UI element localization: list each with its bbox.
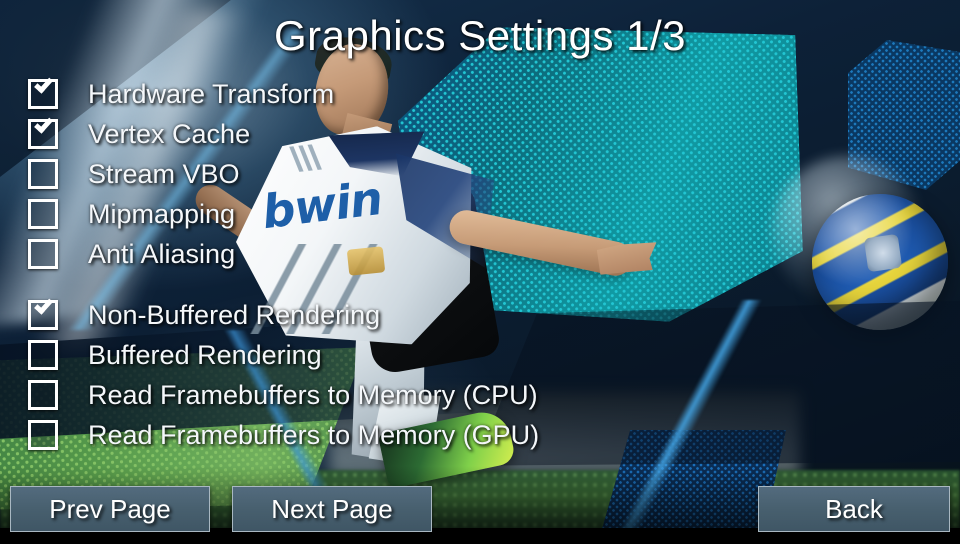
option-row[interactable]: Buffered Rendering xyxy=(28,335,539,375)
option-group-rendering-features: Hardware Transform Vertex Cache Stream VBO… xyxy=(28,74,334,274)
option-label: Anti Aliasing xyxy=(88,239,236,269)
option-row[interactable]: Hardware Transform xyxy=(28,74,334,114)
back-button[interactable]: Back xyxy=(758,486,950,532)
next-page-button[interactable]: Next Page xyxy=(232,486,432,532)
checkbox-checked-icon[interactable] xyxy=(28,295,58,330)
option-label: Stream VBO xyxy=(88,159,240,189)
option-label: Mipmapping xyxy=(88,199,236,229)
checkbox-checked-icon[interactable] xyxy=(28,114,58,149)
option-row[interactable]: Stream VBO xyxy=(28,154,334,194)
option-row[interactable]: Non-Buffered Rendering xyxy=(28,295,539,335)
checkbox-unchecked-icon[interactable] xyxy=(28,380,58,410)
checkmark-icon xyxy=(34,74,53,94)
option-row[interactable]: Anti Aliasing xyxy=(28,234,334,274)
checkbox-unchecked-icon[interactable] xyxy=(28,340,58,370)
checkmark-icon xyxy=(34,295,53,315)
option-label: Hardware Transform xyxy=(88,79,335,109)
checkbox-checked-icon[interactable] xyxy=(28,74,58,109)
option-row[interactable]: Read Framebuffers to Memory (CPU) xyxy=(28,375,539,415)
option-label: Read Framebuffers to Memory (GPU) xyxy=(88,420,540,450)
option-row[interactable]: Read Framebuffers to Memory (GPU) xyxy=(28,415,539,455)
option-label: Non-Buffered Rendering xyxy=(88,300,381,330)
checkbox-unchecked-icon[interactable] xyxy=(28,159,58,189)
prev-page-button[interactable]: Prev Page xyxy=(10,486,210,532)
checkbox-unchecked-icon[interactable] xyxy=(28,199,58,229)
option-group-buffering-mode: Non-Buffered Rendering Buffered Rendering… xyxy=(28,295,539,455)
option-label: Read Framebuffers to Memory (CPU) xyxy=(88,380,538,410)
graphics-settings-screen: bwin Graphics Settings 1/3 Hardware Tran… xyxy=(0,0,960,544)
page-title: Graphics Settings 1/3 xyxy=(273,12,687,59)
checkmark-icon xyxy=(34,114,53,134)
settings-ui-layer: Graphics Settings 1/3 Hardware Transform… xyxy=(0,0,960,544)
checkbox-unchecked-icon[interactable] xyxy=(28,239,58,269)
option-label: Vertex Cache xyxy=(88,119,251,149)
checkbox-unchecked-icon[interactable] xyxy=(28,420,58,450)
option-label: Buffered Rendering xyxy=(88,340,322,370)
option-row[interactable]: Mipmapping xyxy=(28,194,334,234)
option-row[interactable]: Vertex Cache xyxy=(28,114,334,154)
